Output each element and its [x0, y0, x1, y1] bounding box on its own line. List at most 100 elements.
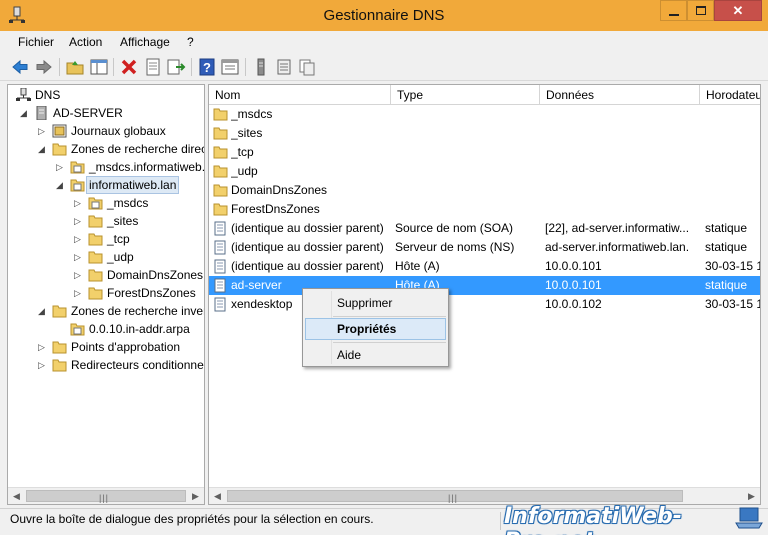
details-view-icon[interactable]	[220, 57, 240, 77]
expand-arrow-icon[interactable]: ▷	[74, 230, 83, 248]
scroll-right-arrow[interactable]: ▶	[743, 488, 760, 504]
laptop-logo-icon	[735, 507, 763, 529]
tree-item[interactable]: DNS	[8, 86, 204, 104]
column-header-type[interactable]: Type	[391, 85, 540, 105]
properties-icon[interactable]	[143, 57, 163, 77]
list-row[interactable]: (identique au dossier parent) Source de n…	[209, 219, 760, 238]
scroll-thumb[interactable]: |||	[227, 490, 683, 503]
expand-arrow-icon[interactable]: ▷	[38, 122, 47, 140]
expand-arrow-icon[interactable]: ▷	[38, 338, 47, 356]
list-row[interactable]: ForestDnsZones	[209, 200, 760, 219]
up-folder-icon[interactable]	[65, 57, 85, 77]
list-horizontal-scrollbar[interactable]: ◀ ||| ▶	[209, 487, 760, 504]
tree-item[interactable]: ▷ Journaux globaux	[8, 122, 204, 140]
show-hide-tree-icon[interactable]	[89, 57, 109, 77]
dns-record-icon	[213, 221, 227, 236]
menu-fichier[interactable]: Fichier	[18, 35, 54, 49]
expand-arrow-icon[interactable]: ▷	[56, 158, 65, 176]
tree-item[interactable]: ▷ _udp	[8, 248, 204, 266]
cell-timestamp: statique	[705, 278, 748, 292]
menu-item-aide[interactable]: Aide	[305, 344, 446, 366]
folder-icon	[88, 232, 103, 246]
expand-arrow-icon[interactable]: ▷	[38, 356, 47, 374]
menu-bar: Fichier Action Affichage ?	[0, 31, 768, 53]
tree-item-label: _tcp	[107, 232, 130, 246]
tree-horizontal-scrollbar[interactable]: ◀ ||| ▶	[8, 487, 204, 504]
scroll-left-arrow[interactable]: ◀	[8, 488, 25, 504]
tree-item[interactable]: ◢ AD-SERVER	[8, 104, 204, 122]
tree-item[interactable]: ▷ _msdcs.informatiweb.lan	[8, 158, 204, 176]
collapse-arrow-icon[interactable]: ◢	[56, 176, 65, 194]
delete-icon[interactable]	[119, 57, 139, 77]
list-icon[interactable]	[274, 57, 294, 77]
collapse-arrow-icon[interactable]: ◢	[38, 140, 47, 158]
column-header-name[interactable]: Nom	[209, 85, 391, 105]
tree-item-label: Zones de recherche directe	[71, 142, 205, 156]
zone-icon	[70, 178, 85, 192]
expand-arrow-icon[interactable]: ▷	[74, 284, 83, 302]
tree-item-label: _udp	[107, 250, 134, 264]
help-icon[interactable]: ?	[197, 57, 217, 77]
cell-name: ForestDnsZones	[231, 202, 320, 216]
tree-item-label: Redirecteurs conditionnels	[71, 358, 205, 372]
cell-name: _msdcs	[231, 107, 273, 121]
expand-arrow-icon[interactable]: ▷	[74, 194, 83, 212]
list-row[interactable]: _tcp	[209, 143, 760, 162]
tree-item-label: 0.0.10.in-addr.arpa	[89, 322, 190, 336]
forward-arrow-icon[interactable]	[34, 57, 54, 77]
menu-item-proprietes[interactable]: Propriétés	[305, 318, 446, 340]
tree-item[interactable]: ▷ ForestDnsZones	[8, 284, 204, 302]
menu-action[interactable]: Action	[69, 35, 102, 49]
tree-item[interactable]: ▷ _sites	[8, 212, 204, 230]
tree-item[interactable]: 0.0.10.in-addr.arpa	[8, 320, 204, 338]
tree-item[interactable]: ◢ Zones de recherche directe	[8, 140, 204, 158]
tree-item[interactable]: ▷ Redirecteurs conditionnels	[8, 356, 204, 374]
maximize-button[interactable]	[687, 0, 714, 21]
folder-icon	[213, 107, 228, 122]
list-row[interactable]: _udp	[209, 162, 760, 181]
list-row[interactable]: ad-server Hôte (A) 10.0.0.101 statique	[209, 276, 760, 295]
folder-icon	[88, 214, 103, 228]
back-arrow-icon[interactable]	[10, 57, 30, 77]
server-icon[interactable]	[251, 57, 271, 77]
expand-arrow-icon[interactable]: ▷	[74, 248, 83, 266]
menu-item-supprimer[interactable]: Supprimer	[305, 292, 446, 314]
title-bar: Gestionnaire DNS ✕	[0, 0, 768, 31]
cell-name: (identique au dossier parent)	[231, 240, 384, 254]
list-row[interactable]: _sites	[209, 124, 760, 143]
tree-item[interactable]: ▷ _tcp	[8, 230, 204, 248]
menu-help[interactable]: ?	[187, 35, 194, 49]
scroll-thumb[interactable]: |||	[26, 490, 186, 503]
cell-timestamp: statique	[705, 240, 748, 254]
list-row[interactable]: _msdcs	[209, 105, 760, 124]
list-row[interactable]: DomainDnsZones	[209, 181, 760, 200]
watermark-text: InformatiWeb-Pro.net	[504, 504, 682, 535]
export-list-icon[interactable]	[166, 57, 186, 77]
tree-item[interactable]: ▷ DomainDnsZones	[8, 266, 204, 284]
collapse-arrow-icon[interactable]: ◢	[20, 104, 29, 122]
minimize-button[interactable]	[660, 0, 687, 21]
expand-arrow-icon[interactable]: ▷	[74, 212, 83, 230]
collapse-arrow-icon[interactable]: ◢	[38, 302, 47, 320]
tree-item[interactable]: ◢ Zones de recherche inversée	[8, 302, 204, 320]
tree-item[interactable]: ▷ Points d'approbation	[8, 338, 204, 356]
expand-arrow-icon[interactable]: ▷	[74, 266, 83, 284]
menu-affichage[interactable]: Affichage	[120, 35, 170, 49]
list-row[interactable]: (identique au dossier parent) Serveur de …	[209, 238, 760, 257]
cell-name: DomainDnsZones	[231, 183, 328, 197]
copy-icon[interactable]	[297, 57, 317, 77]
scroll-left-arrow[interactable]: ◀	[209, 488, 226, 504]
column-header-timestamp[interactable]: Horodateur	[700, 85, 760, 105]
column-header-data[interactable]: Données	[540, 85, 700, 105]
tree-item[interactable]: ◢ informatiweb.lan	[8, 176, 204, 194]
scroll-right-arrow[interactable]: ▶	[187, 488, 204, 504]
folder-icon	[88, 250, 103, 264]
server-icon	[34, 105, 49, 121]
tree-item[interactable]: ▷ _msdcs	[8, 194, 204, 212]
close-button[interactable]: ✕	[714, 0, 762, 21]
list-row[interactable]: (identique au dossier parent) Hôte (A) 10.…	[209, 257, 760, 276]
toolbar-separator	[59, 58, 60, 76]
list-row[interactable]: xendesktopHôte (A)10.0.0.10230-03-15 1	[209, 295, 760, 314]
cell-type: Source de nom (SOA)	[395, 221, 514, 235]
tree-item-label: Zones de recherche inversée	[71, 304, 204, 318]
